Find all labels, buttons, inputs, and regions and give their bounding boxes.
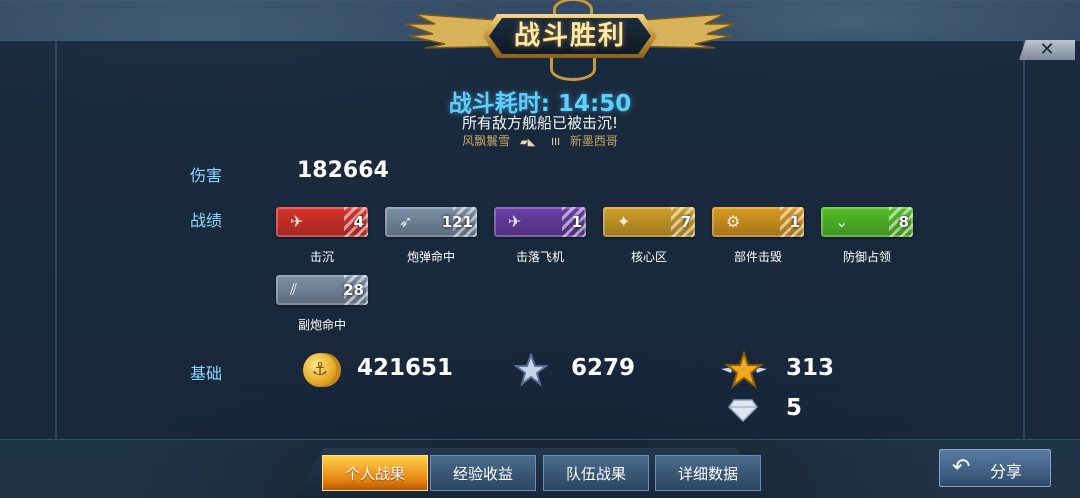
map-name: 新墨西哥 — [569, 134, 618, 148]
gear-icon: ⚙ — [726, 212, 741, 231]
achievement-plate: ⫽ 28 — [276, 275, 368, 305]
achievement-label: 击落飞机 — [515, 250, 564, 264]
experience-star-icon — [514, 353, 548, 387]
achievement-count: 7 — [680, 213, 691, 231]
player-name: 风飘鬟雪 — [462, 134, 511, 148]
achievement-badge: ✈ 1 击落飞机 — [494, 207, 586, 265]
rank-mark: III — [551, 137, 561, 148]
achievement-plate: ✦ 7 — [603, 207, 695, 237]
commander-xp-value: 313 — [786, 355, 835, 381]
ship-class-icon: ▰◣ — [519, 137, 536, 148]
plane-icon: ✈ — [508, 212, 522, 231]
close-icon: ✕ — [1039, 39, 1055, 60]
sunk-ship-icon: ✈ — [290, 212, 304, 231]
damage-value: 182664 — [297, 158, 389, 183]
tab-team-results[interactable]: 队伍战果 — [543, 455, 649, 491]
tab-detailed-data[interactable]: 详细数据 — [655, 455, 761, 491]
citadel-icon: ✦ — [617, 212, 631, 231]
achievement-plate: ✈ 1 — [494, 207, 586, 237]
achievement-plate: ⚙ 1 — [712, 207, 804, 237]
battle-result-text: 所有敌方舰船已被击沉! — [461, 114, 618, 132]
victory-emblem: 战斗胜利 — [405, 0, 735, 82]
achievement-label: 击沉 — [309, 250, 334, 264]
achievement-count: 28 — [343, 281, 364, 299]
achievement-badge: ✈ 4 击沉 — [276, 207, 368, 265]
credits-value: 421651 — [357, 355, 454, 381]
record-label: 战绩 — [190, 211, 223, 230]
share-icon: ↶ — [952, 455, 971, 480]
tab-experience-earnings[interactable]: 经验收益 — [430, 455, 536, 491]
base-label: 基础 — [190, 364, 223, 383]
achievement-badge: ⌄ 8 防御占领 — [821, 207, 913, 265]
achievement-badge: ➶ 121 炮弹命中 — [385, 207, 477, 265]
achievement-plate: ⌄ 8 — [821, 207, 913, 237]
commander-xp-star-icon — [721, 351, 767, 389]
diamond-value: 5 — [786, 395, 803, 421]
secondary-gun-icon: ⫽ — [290, 280, 298, 299]
battle-meta: 风飘鬟雪 ▰◣ III 新墨西哥 — [0, 132, 1080, 149]
close-button[interactable]: ✕ — [1019, 40, 1075, 60]
achievement-count: 1 — [571, 213, 582, 231]
achievement-count: 8 — [898, 213, 909, 231]
credits-coin-icon: ⚓ — [303, 353, 337, 387]
diamond-icon — [728, 399, 758, 422]
achievement-label: 部件击毁 — [733, 250, 782, 264]
anchor-bottom-icon — [550, 58, 596, 81]
achievement-label: 防御占领 — [842, 250, 891, 264]
achievement-plate: ➶ 121 — [385, 207, 477, 237]
achievement-badge: ⫽ 28 副炮命中 — [276, 275, 368, 333]
experience-value: 6279 — [571, 355, 636, 381]
achievement-label: 炮弹命中 — [406, 250, 455, 264]
shell-icon: ➶ — [399, 212, 413, 231]
achievement-badge: ✦ 7 核心区 — [603, 207, 695, 265]
achievement-label: 核心区 — [630, 250, 667, 264]
share-button[interactable]: ↶ 分享 — [939, 449, 1051, 487]
damage-label: 伤害 — [190, 166, 223, 185]
tab-personal-results[interactable]: 个人战果 — [322, 455, 428, 491]
achievement-count: 4 — [353, 213, 364, 231]
page-title: 战斗胜利 — [513, 21, 626, 51]
share-label: 分享 — [990, 462, 1023, 481]
achievement-label: 副炮命中 — [297, 318, 346, 332]
achievement-badge: ⚙ 1 部件击毁 — [712, 207, 804, 265]
achievement-count: 1 — [789, 213, 800, 231]
achievement-count: 121 — [441, 213, 473, 231]
chevron-icon: ⌄ — [835, 212, 849, 231]
achievement-plate: ✈ 4 — [276, 207, 368, 237]
